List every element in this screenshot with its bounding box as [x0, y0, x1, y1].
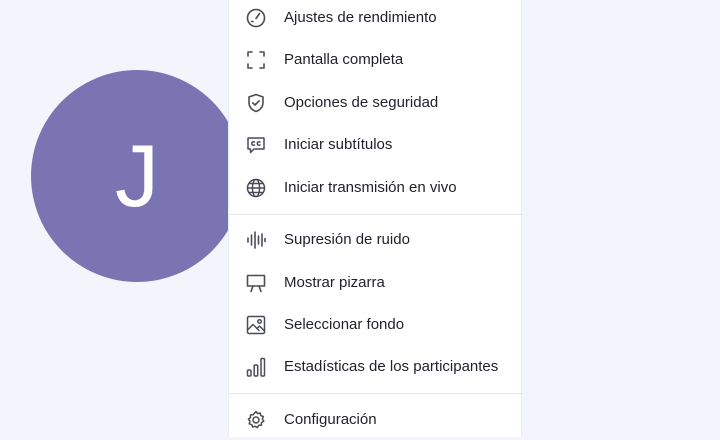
menu-item-start-livestream[interactable]: Iniciar transmisión en vivo: [229, 168, 523, 208]
sound-wave-icon: [245, 229, 267, 251]
participant-avatar: J: [31, 70, 243, 282]
menu-item-label: Supresión de ruido: [284, 231, 410, 248]
closed-captions-icon: [245, 134, 267, 156]
menu-item-fullscreen[interactable]: Pantalla completa: [229, 40, 523, 80]
menu-item-label: Configuración: [284, 411, 377, 428]
menu-item-label: Mostrar pizarra: [284, 274, 385, 291]
menu-item-performance-settings[interactable]: Ajustes de rendimiento: [229, 0, 523, 38]
menu-item-label: Seleccionar fondo: [284, 316, 405, 333]
gear-icon: [245, 409, 267, 431]
globe-icon: [245, 177, 267, 199]
menu-item-settings[interactable]: Configuración: [229, 400, 523, 440]
menu-item-select-background[interactable]: Seleccionar fondo: [229, 305, 523, 345]
image-icon: [245, 314, 267, 336]
fullscreen-icon: [245, 49, 267, 71]
whiteboard-icon: [245, 272, 267, 294]
menu-divider: [229, 393, 523, 394]
menu-item-label: Pantalla completa: [284, 51, 404, 68]
menu-item-participant-stats[interactable]: Estadísticas de los participantes: [229, 347, 523, 387]
menu-item-label: Iniciar subtítulos: [284, 136, 393, 153]
menu-divider: [229, 214, 523, 215]
menu-item-label: Iniciar transmisión en vivo: [284, 179, 457, 196]
menu-item-label: Estadísticas de los participantes: [284, 358, 499, 375]
avatar-initial: J: [115, 126, 159, 225]
menu-item-noise-suppression[interactable]: Supresión de ruido: [229, 220, 523, 260]
menu-item-security-options[interactable]: Opciones de seguridad: [229, 83, 523, 123]
bar-chart-icon: [245, 356, 267, 378]
menu-item-label: Ajustes de rendimiento: [284, 9, 437, 26]
menu-item-label: Opciones de seguridad: [284, 94, 439, 111]
shield-check-icon: [245, 92, 267, 114]
menu-item-show-whiteboard[interactable]: Mostrar pizarra: [229, 263, 523, 303]
menu-item-start-subtitles[interactable]: Iniciar subtítulos: [229, 125, 523, 165]
more-options-menu: Ajustes de rendimiento Pantalla completa…: [228, 0, 523, 440]
speedometer-icon: [245, 7, 267, 29]
